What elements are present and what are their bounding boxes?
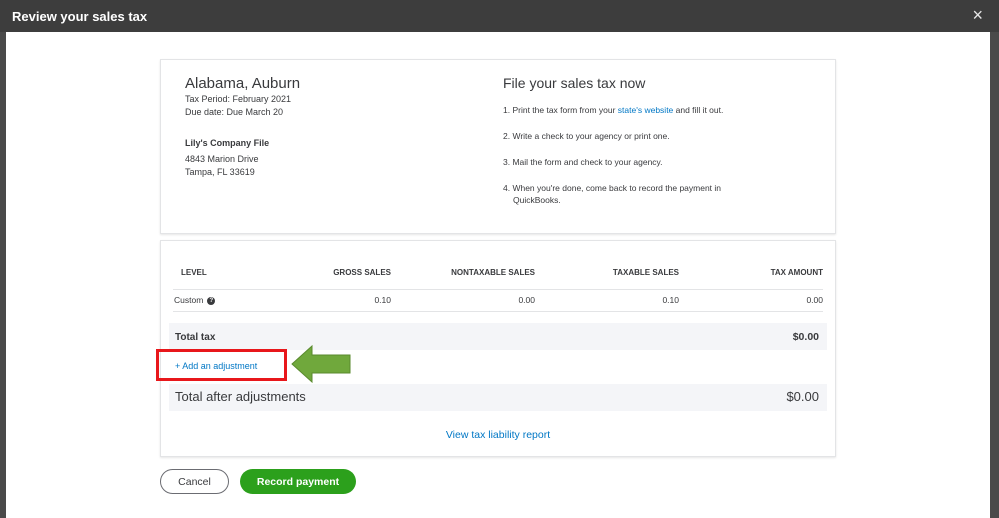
step-1-text-post: and fill it out. bbox=[673, 105, 724, 115]
total-tax-label: Total tax bbox=[175, 332, 216, 343]
agency-card: Alabama, Auburn Tax Period: February 202… bbox=[160, 59, 836, 234]
close-icon[interactable]: × bbox=[972, 6, 983, 24]
table-row-level: Custom? bbox=[174, 295, 216, 305]
table-cell-tax-amount: 0.00 bbox=[806, 295, 823, 305]
col-header-taxable-sales: TAXABLE SALES bbox=[612, 268, 679, 277]
pointer-arrow-icon bbox=[291, 344, 351, 384]
dialog-border-left bbox=[0, 0, 6, 518]
step-4-line2: QuickBooks. bbox=[513, 195, 561, 205]
view-tax-liability-report-link[interactable]: View tax liability report bbox=[161, 429, 835, 441]
highlight-box bbox=[156, 349, 287, 381]
step-1: 1. Print the tax form from your state's … bbox=[503, 104, 813, 116]
company-address-line2: Tampa, FL 33619 bbox=[185, 167, 255, 177]
row-divider bbox=[173, 311, 823, 312]
dialog-titlebar: Review your sales tax × bbox=[0, 0, 999, 32]
file-heading: File your sales tax now bbox=[503, 75, 646, 91]
total-tax-row: Total tax $0.00 bbox=[169, 323, 827, 350]
col-header-tax-amount: TAX AMOUNT bbox=[770, 268, 823, 277]
level-label: Custom bbox=[174, 295, 204, 305]
table-cell-nontaxable-sales: 0.00 bbox=[518, 295, 535, 305]
state-website-link[interactable]: state's website bbox=[618, 105, 673, 115]
company-name: Lily's Company File bbox=[185, 138, 270, 148]
tax-period: Tax Period: February 2021 bbox=[185, 94, 292, 104]
table-cell-gross-sales: 0.10 bbox=[374, 295, 391, 305]
dialog-title: Review your sales tax bbox=[12, 9, 148, 24]
col-header-level: LEVEL bbox=[181, 268, 207, 277]
table-cell-taxable-sales: 0.10 bbox=[662, 295, 679, 305]
header-divider bbox=[173, 289, 823, 290]
instruction-steps: 1. Print the tax form from your state's … bbox=[503, 104, 813, 220]
step-3: 3. Mail the form and check to your agenc… bbox=[503, 157, 663, 167]
step-1-text-pre: 1. Print the tax form from your bbox=[503, 105, 618, 115]
total-tax-value: $0.00 bbox=[792, 331, 819, 343]
record-payment-button[interactable]: Record payment bbox=[240, 469, 356, 494]
help-icon[interactable]: ? bbox=[207, 296, 216, 305]
company-address-line1: 4843 Marion Drive bbox=[185, 154, 259, 164]
cancel-button[interactable]: Cancel bbox=[160, 469, 229, 494]
col-header-gross-sales: GROSS SALES bbox=[333, 268, 391, 277]
col-header-nontaxable-sales: NONTAXABLE SALES bbox=[451, 268, 535, 277]
total-after-value: $0.00 bbox=[786, 389, 819, 404]
dialog-border-right bbox=[990, 0, 999, 518]
step-4: 4. When you're done, come back to record… bbox=[503, 182, 813, 206]
total-after-label: Total after adjustments bbox=[175, 389, 306, 404]
due-date: Due date: Due March 20 bbox=[185, 107, 284, 117]
step-2: 2. Write a check to your agency or print… bbox=[503, 131, 670, 141]
total-after-adjustments-row: Total after adjustments $0.00 bbox=[169, 384, 827, 411]
agency-location: Alabama, Auburn bbox=[185, 75, 301, 92]
step-4-line1: 4. When you're done, come back to record… bbox=[503, 183, 722, 193]
